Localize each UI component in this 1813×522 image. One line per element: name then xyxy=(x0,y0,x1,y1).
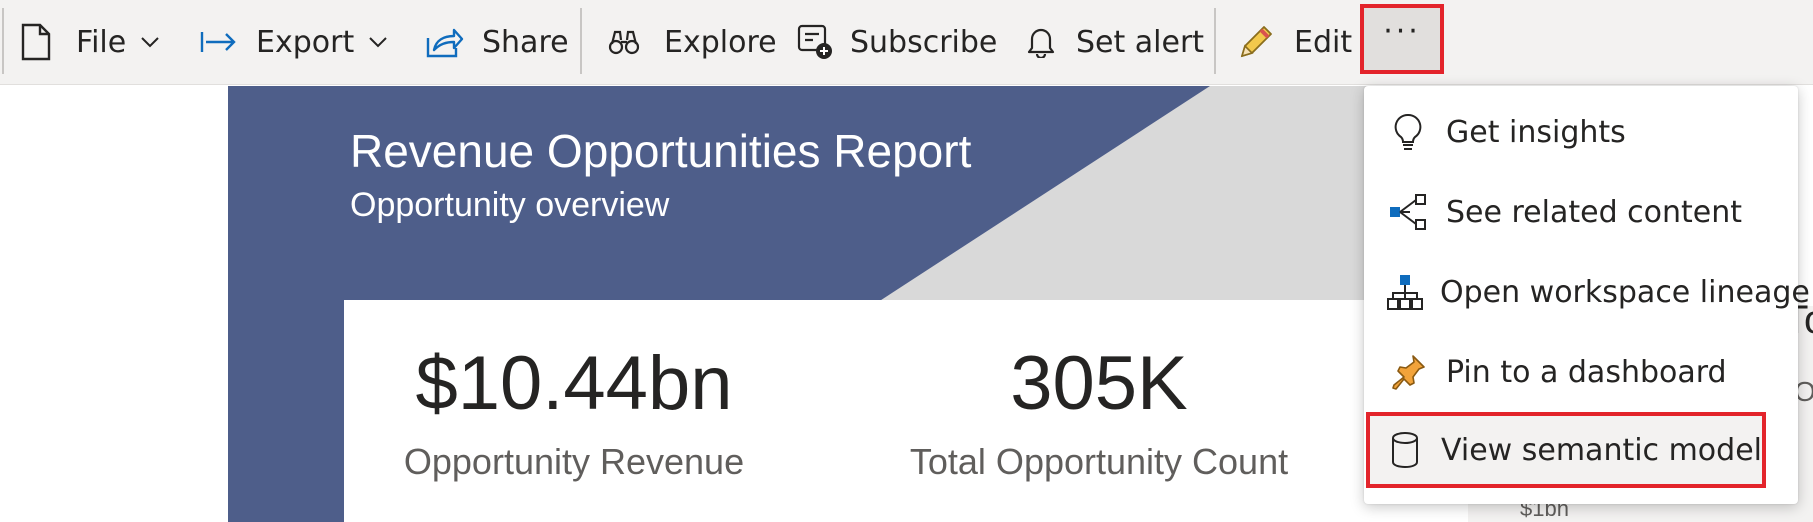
edit-label: Edit xyxy=(1294,24,1353,60)
export-label: Export xyxy=(256,24,355,60)
file-label: File xyxy=(76,24,127,60)
pin-icon xyxy=(1386,350,1430,394)
lightbulb-icon xyxy=(1386,110,1430,154)
share-button[interactable]: Share xyxy=(424,0,569,84)
report-title: Revenue Opportunities Report xyxy=(350,125,972,177)
toolbar-separator xyxy=(1214,8,1216,74)
kpi-card: $10.44bn Opportunity Revenue 305K Total … xyxy=(344,300,1468,522)
subscribe-icon xyxy=(796,23,834,61)
kpi-caption: Total Opportunity Count xyxy=(909,441,1289,482)
toolbar-separator xyxy=(2,8,4,74)
chevron-down-icon xyxy=(368,36,388,48)
file-icon xyxy=(20,23,52,61)
file-menu-button[interactable]: File xyxy=(20,0,160,84)
menu-item-get-insights[interactable]: Get insights xyxy=(1368,92,1794,172)
database-icon xyxy=(1384,428,1425,472)
report-canvas: Revenue Opportunities Report Opportunity… xyxy=(228,86,1468,522)
report-subtitle: Opportunity overview xyxy=(350,186,670,224)
pencil-icon xyxy=(1236,22,1276,62)
menu-item-open-workspace-lineage[interactable]: Open workspace lineage xyxy=(1368,252,1810,332)
set-alert-button[interactable]: Set alert xyxy=(1026,0,1204,84)
menu-item-label: Get insights xyxy=(1446,114,1626,150)
subscribe-button[interactable]: Subscribe xyxy=(796,0,997,84)
menu-item-see-related-content[interactable]: See related content xyxy=(1368,172,1794,252)
lineage-icon xyxy=(1386,270,1424,314)
subscribe-label: Subscribe xyxy=(850,24,998,60)
explore-button[interactable]: Explore xyxy=(608,0,777,84)
menu-item-label: Pin to a dashboard xyxy=(1446,354,1727,390)
share-icon xyxy=(424,24,464,60)
more-options-button[interactable]: ··· xyxy=(1360,4,1444,74)
menu-item-view-semantic-model[interactable]: View semantic model xyxy=(1366,412,1766,488)
kpi-value: 305K xyxy=(1010,341,1188,426)
chevron-down-icon xyxy=(140,36,160,48)
menu-item-label: View semantic model xyxy=(1441,432,1762,468)
kpi-caption: Opportunity Revenue xyxy=(403,441,745,482)
export-menu-button[interactable]: Export xyxy=(200,0,388,84)
menu-item-label: See related content xyxy=(1446,194,1743,230)
kpi-opportunity-revenue: $10.44bn Opportunity Revenue xyxy=(344,340,804,483)
more-options-menu: Get insights See related content Open wo… xyxy=(1364,86,1810,504)
related-content-icon xyxy=(1386,190,1430,234)
kpi-total-opportunity-count: 305K Total Opportunity Count xyxy=(869,340,1329,483)
ellipsis-icon: ··· xyxy=(1383,14,1421,49)
toolbar-separator xyxy=(580,8,582,74)
kpi-value: $10.44bn xyxy=(415,341,733,426)
edit-button[interactable]: Edit xyxy=(1236,0,1352,84)
toolbar: File Export Share Explore Subscribe Set … xyxy=(0,0,1813,85)
binoculars-icon xyxy=(608,28,640,56)
menu-item-label: Open workspace lineage xyxy=(1440,274,1810,310)
explore-label: Explore xyxy=(664,24,777,60)
bell-icon xyxy=(1026,26,1056,58)
menu-item-pin-to-dashboard[interactable]: Pin to a dashboard xyxy=(1368,332,1794,412)
set-alert-label: Set alert xyxy=(1076,24,1205,60)
export-icon xyxy=(200,30,238,54)
share-label: Share xyxy=(482,24,569,60)
